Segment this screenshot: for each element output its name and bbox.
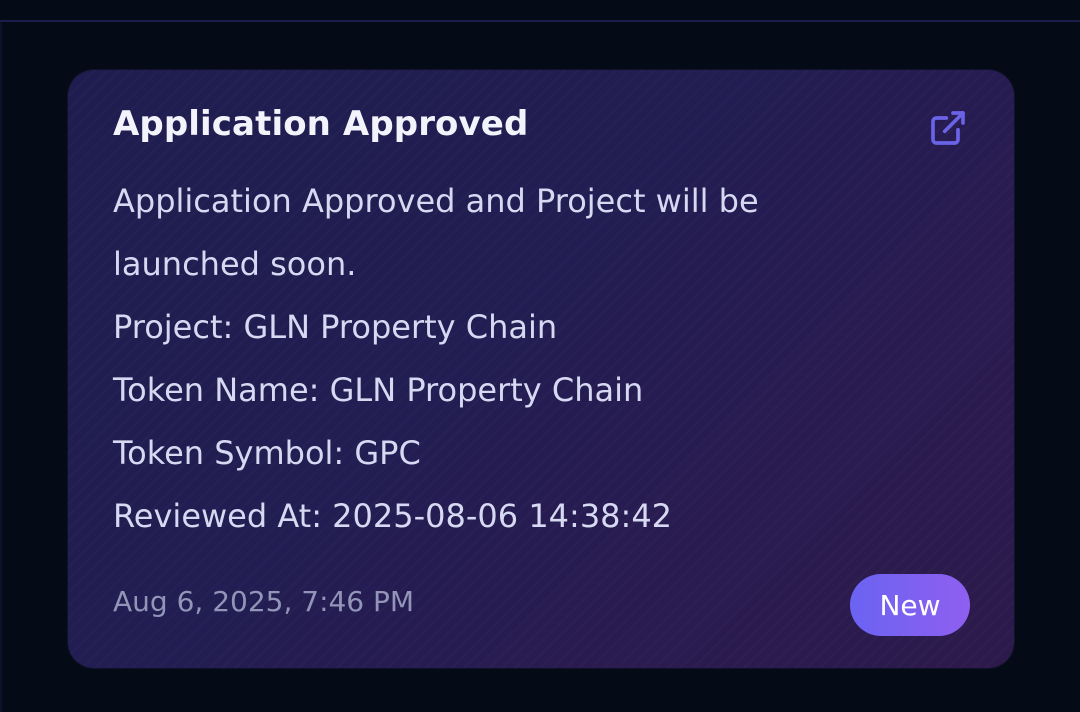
message-text: Application Approved and Project will be…: [113, 182, 759, 283]
project-line: Project: GLN Property Chain: [113, 308, 558, 346]
token-symbol-line: Token Symbol: GPC: [113, 434, 421, 472]
external-link-icon: [931, 111, 965, 145]
reviewed-at-line: Reviewed At: 2025-08-06 14:38:42: [113, 497, 673, 535]
notification-message: Application Approved and Project will be…: [113, 170, 893, 548]
notification-card[interactable]: Application Approved Application Approve…: [68, 70, 1014, 668]
notifications-page: Application Approved Application Approve…: [0, 0, 1080, 712]
left-panel-edge: [0, 22, 2, 712]
notification-timestamp: Aug 6, 2025, 7:46 PM: [113, 585, 415, 618]
open-notification-button[interactable]: [926, 106, 970, 150]
token-name-line: Token Name: GLN Property Chain: [113, 371, 644, 409]
notification-title: Application Approved: [113, 104, 529, 144]
header-divider: [0, 20, 1080, 22]
new-status-badge: New: [850, 574, 970, 636]
